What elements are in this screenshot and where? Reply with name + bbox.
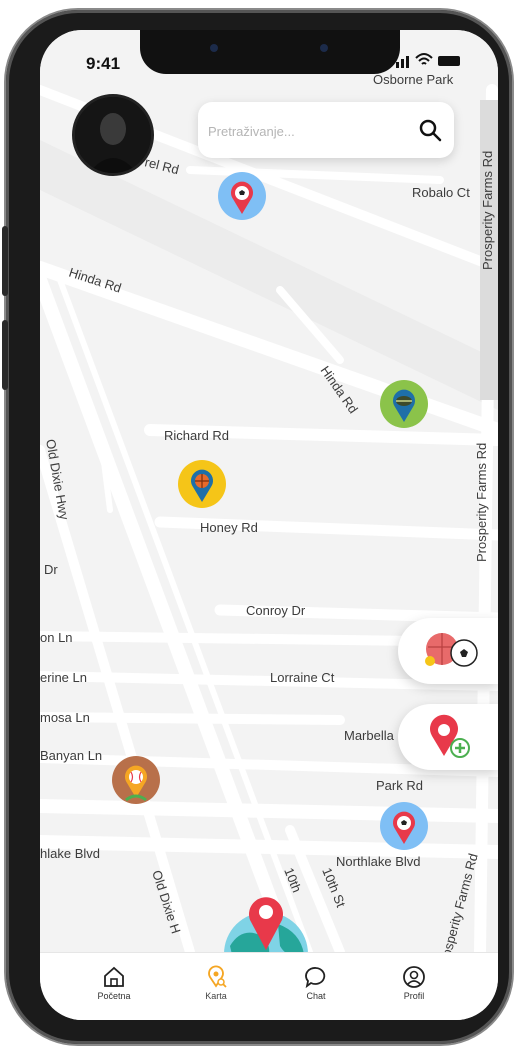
status-time: 9:41 xyxy=(86,54,121,73)
map-label: Lorraine Ct xyxy=(270,670,335,685)
map-label: Robalo Ct xyxy=(412,185,470,200)
nav-item-pocetna[interactable]: Početna xyxy=(74,965,154,1001)
battery-icon xyxy=(438,56,460,66)
marker-soccer[interactable] xyxy=(218,172,266,220)
add-location-button[interactable] xyxy=(398,704,498,770)
nav-item-profil[interactable]: Profil xyxy=(374,965,454,1001)
sensor-dot xyxy=(320,44,328,52)
search-input[interactable] xyxy=(206,114,410,148)
map-label: mosa Ln xyxy=(40,710,90,725)
map-label: Dr xyxy=(44,562,58,577)
status-icons xyxy=(396,53,460,68)
marker-soccer[interactable] xyxy=(380,802,428,850)
app-screen: Osborne Park Robalo Ct Prosperity Farms … xyxy=(40,30,498,1020)
map-label: Marbella xyxy=(344,728,395,743)
nav-item-chat[interactable]: Chat xyxy=(276,965,356,1001)
home-icon xyxy=(104,966,124,987)
signal-icon xyxy=(396,56,409,68)
map-label: erine Ln xyxy=(40,670,87,685)
nav-label: Profil xyxy=(403,991,425,1001)
map-label: Conroy Dr xyxy=(246,603,306,618)
map-label: Park Rd xyxy=(376,778,423,793)
chat-bubble-icon xyxy=(305,967,326,989)
marker-baseball[interactable] xyxy=(112,756,160,804)
bottom-nav: Početna Karta Chat Profil xyxy=(40,952,498,1020)
camera-dot xyxy=(210,44,218,52)
map-label: Northlake Blvd xyxy=(336,854,421,869)
map-label: Richard Rd xyxy=(164,428,229,443)
phone-side-button xyxy=(2,226,8,296)
marker-tennis[interactable] xyxy=(380,380,428,428)
wifi-icon xyxy=(415,53,433,65)
search-icon[interactable] xyxy=(416,116,444,144)
map-label: hlake Blvd xyxy=(40,846,100,861)
map-label: Osborne Park xyxy=(373,72,454,87)
nav-label: Početna xyxy=(97,991,131,1001)
map-label: Prosperity Farms Rd xyxy=(480,151,495,270)
map-search-icon xyxy=(208,965,227,988)
phone-side-button xyxy=(2,320,8,390)
nav-label: Chat xyxy=(306,991,326,1001)
avatar-photo xyxy=(75,97,151,173)
map-label: Honey Rd xyxy=(200,520,258,535)
nav-item-karta[interactable]: Karta xyxy=(176,965,256,1001)
phone-notch xyxy=(140,30,400,74)
map-label: Prosperity Farms Rd xyxy=(474,443,489,562)
user-avatar[interactable] xyxy=(72,94,154,176)
map-label: Banyan Ln xyxy=(40,748,102,763)
profile-icon xyxy=(403,966,425,988)
search-bar[interactable] xyxy=(198,102,454,158)
sports-filter-button[interactable] xyxy=(398,618,498,684)
map-label: on Ln xyxy=(40,630,73,645)
marker-basketball[interactable] xyxy=(178,460,226,508)
nav-label: Karta xyxy=(205,991,227,1001)
